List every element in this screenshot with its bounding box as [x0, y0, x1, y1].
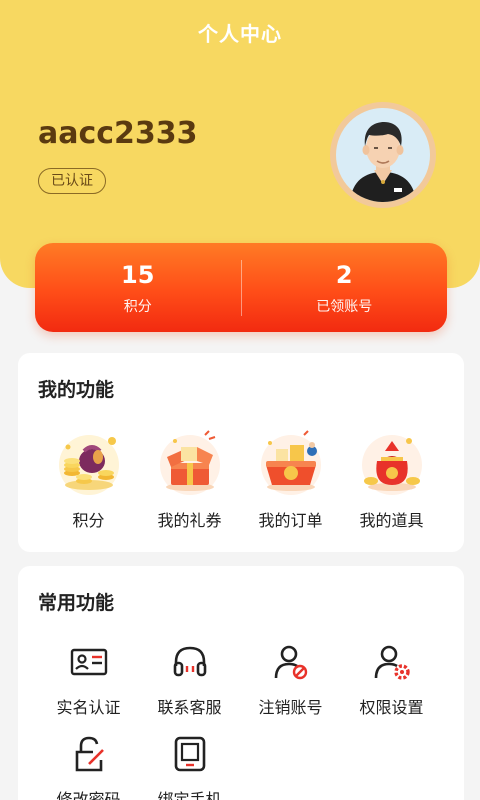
common-features-grid: 实名认证 联系客服 注销账号 权限设置 修改密码 绑定手机	[38, 642, 448, 800]
feature-label: 我的道具	[359, 511, 424, 530]
feature-label: 我的礼券	[157, 511, 222, 530]
feature-label: 积分	[72, 511, 105, 530]
common-item-real-name[interactable]: 实名认证	[38, 642, 139, 718]
my-features-card: 我的功能 积分 我的礼券 我的订单 我的道具	[18, 353, 464, 552]
feature-item-props[interactable]: 我的道具	[341, 427, 442, 531]
user-settings-icon	[374, 645, 410, 680]
common-label: 绑定手机	[157, 790, 222, 800]
common-label: 注销账号	[258, 698, 323, 717]
common-item-change-password[interactable]: 修改密码	[38, 734, 139, 800]
my-features-title: 我的功能	[38, 379, 115, 401]
headset-icon	[173, 646, 206, 677]
id-card-icon	[70, 648, 107, 676]
my-features-grid: 积分 我的礼券 我的订单 我的道具	[18, 427, 464, 531]
common-label: 联系客服	[157, 698, 222, 717]
stat-claimed-accounts-label: 已领账号	[316, 298, 373, 315]
user-remove-icon	[274, 645, 307, 680]
order-basket-icon	[256, 427, 326, 497]
feature-item-points[interactable]: 积分	[38, 427, 139, 531]
stat-points[interactable]: 15 积分	[35, 260, 241, 316]
page-title: 个人中心	[198, 22, 282, 46]
common-label: 权限设置	[359, 698, 424, 717]
verified-badge: 已认证	[38, 168, 106, 194]
stats-card: 15 积分 2 已领账号	[35, 243, 447, 332]
common-item-permissions[interactable]: 权限设置	[341, 642, 442, 718]
stat-claimed-accounts[interactable]: 2 已领账号	[242, 260, 448, 316]
feature-item-orders[interactable]: 我的订单	[240, 427, 341, 531]
common-item-bind-phone[interactable]: 绑定手机	[139, 734, 240, 800]
common-label: 修改密码	[56, 790, 121, 800]
phone-icon	[174, 736, 205, 772]
common-features-card: 常用功能 实名认证 联系客服 注销账号 权限设置 修改密码 绑定手机	[18, 566, 464, 800]
stat-points-label: 积分	[123, 298, 152, 315]
stat-points-value: 15	[121, 260, 155, 289]
coins-bag-icon	[54, 427, 124, 497]
feature-item-coupons[interactable]: 我的礼券	[139, 427, 240, 531]
lock-edit-icon	[75, 736, 104, 772]
common-item-customer-service[interactable]: 联系客服	[139, 642, 240, 718]
avatar-image	[336, 108, 430, 202]
common-item-delete-account[interactable]: 注销账号	[240, 642, 341, 718]
common-features-title: 常用功能	[38, 592, 115, 614]
username: aacc2333	[38, 116, 198, 151]
common-label: 实名认证	[56, 698, 121, 717]
stat-claimed-accounts-value: 2	[335, 260, 353, 289]
feature-label: 我的订单	[258, 511, 323, 530]
gift-box-icon	[155, 427, 225, 497]
avatar[interactable]	[330, 102, 436, 208]
lucky-bag-icon	[357, 427, 427, 497]
